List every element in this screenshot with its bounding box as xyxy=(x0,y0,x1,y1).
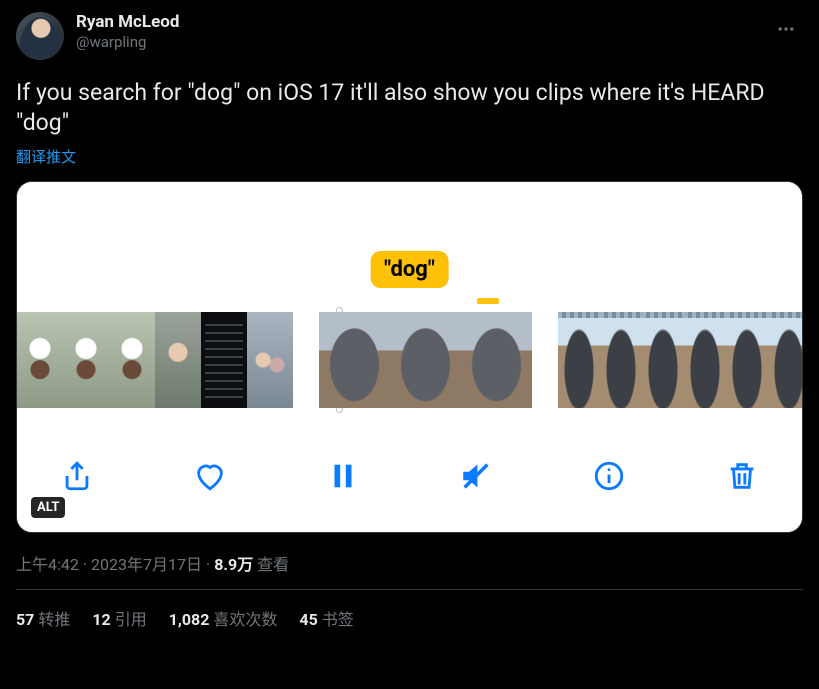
tweet-header: Ryan McLeod @warpling xyxy=(16,12,803,60)
views-label: 查看 xyxy=(257,555,289,574)
clip-group-2[interactable] xyxy=(319,312,532,408)
media-toolbar xyxy=(17,420,802,532)
share-button[interactable] xyxy=(57,456,97,496)
trash-icon xyxy=(725,459,759,493)
clip-thumbnail[interactable] xyxy=(684,312,726,408)
author-display-name: Ryan McLeod xyxy=(76,12,769,32)
clip-thumbnail[interactable] xyxy=(155,312,201,408)
clip-thumbnail[interactable] xyxy=(319,312,390,408)
alt-badge[interactable]: ALT xyxy=(31,497,65,518)
search-tag: "dog" xyxy=(370,251,449,288)
translate-link[interactable]: 翻译推文 xyxy=(16,146,76,167)
clip-thumbnail[interactable] xyxy=(558,312,600,408)
clip-thumbnail[interactable] xyxy=(247,312,293,408)
mute-button[interactable] xyxy=(456,456,496,496)
ellipsis-icon xyxy=(776,19,796,39)
views-count: 8.9万 xyxy=(214,555,253,574)
tweet-container: Ryan McLeod @warpling If you search for … xyxy=(0,0,819,630)
clip-group-1[interactable] xyxy=(17,312,293,408)
pause-button[interactable] xyxy=(323,456,363,496)
tweet-stats: 57转推 12引用 1,082喜欢次数 45书签 xyxy=(16,590,803,630)
heart-icon xyxy=(193,459,227,493)
clip-thumbnail[interactable] xyxy=(726,312,768,408)
like-button[interactable] xyxy=(190,456,230,496)
stat-likes[interactable]: 1,082喜欢次数 xyxy=(169,606,278,630)
clip-thumbnail[interactable] xyxy=(768,312,803,408)
clip-thumbnail[interactable] xyxy=(461,312,532,408)
delete-button[interactable] xyxy=(722,456,762,496)
clip-thumbnail[interactable] xyxy=(17,312,63,408)
clip-thumbnail[interactable] xyxy=(109,312,155,408)
tweet-text: If you search for "dog" on iOS 17 it'll … xyxy=(16,78,803,138)
info-icon xyxy=(592,459,626,493)
clip-thumbnail[interactable] xyxy=(201,312,247,408)
tweet-meta: 上午4:42·2023年7月17日·8.9万 查看 xyxy=(16,551,803,590)
clip-group-3[interactable] xyxy=(558,312,803,408)
clip-thumbnail[interactable] xyxy=(390,312,461,408)
author-block[interactable]: Ryan McLeod @warpling xyxy=(76,12,769,52)
clip-strip[interactable] xyxy=(17,312,802,408)
mute-icon xyxy=(459,459,493,493)
media-card[interactable]: "dog" xyxy=(16,181,803,533)
clip-thumbnail[interactable] xyxy=(63,312,109,408)
stat-quotes[interactable]: 12引用 xyxy=(92,606,146,630)
avatar[interactable] xyxy=(16,12,64,60)
info-button[interactable] xyxy=(589,456,629,496)
clip-thumbnail[interactable] xyxy=(642,312,684,408)
playhead-marker xyxy=(477,298,499,304)
stat-bookmarks[interactable]: 45书签 xyxy=(299,606,353,630)
media-top-area: "dog" xyxy=(17,182,802,288)
share-icon xyxy=(60,459,94,493)
tweet-date[interactable]: 2023年7月17日 xyxy=(91,555,202,574)
stat-retweets[interactable]: 57转推 xyxy=(16,606,70,630)
author-handle: @warpling xyxy=(76,32,769,52)
clip-thumbnail[interactable] xyxy=(600,312,642,408)
pause-icon xyxy=(326,459,360,493)
tweet-time[interactable]: 上午4:42 xyxy=(16,555,79,574)
more-button[interactable] xyxy=(769,12,803,46)
